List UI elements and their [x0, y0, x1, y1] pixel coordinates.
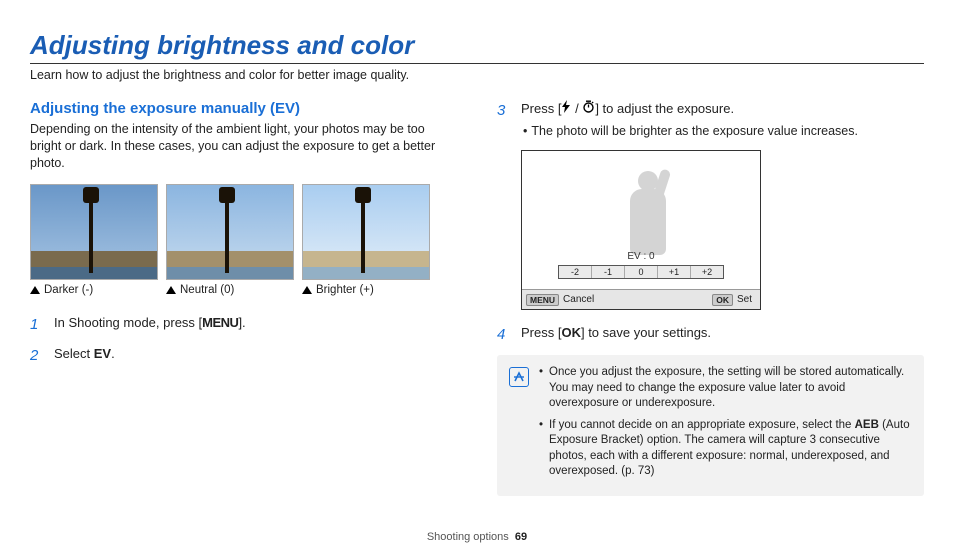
thumb-brighter: Brighter (+) [302, 184, 430, 296]
step-1-pre: In Shooting mode, press [ [54, 315, 202, 330]
right-column: 3 Press [ / ] to adjust the exposure. Th… [497, 100, 924, 496]
step-1-body: In Shooting mode, press [MENU]. [54, 314, 457, 335]
thumb-neutral-image [166, 184, 294, 280]
caption-neutral-text: Neutral (0) [180, 284, 234, 296]
note-2-bold: AEB [855, 419, 879, 431]
ev-tick: 0 [625, 266, 658, 278]
step-2-body: Select EV. [54, 345, 457, 366]
step-4-pre: Press [ [521, 325, 561, 340]
ev-scale: -2 -1 0 +1 +2 [558, 265, 724, 279]
left-column: Adjusting the exposure manually (EV) Dep… [30, 100, 457, 496]
step-3-pre: Press [ [521, 101, 561, 116]
steps-left: 1 In Shooting mode, press [MENU]. 2 Sele… [30, 314, 457, 366]
step-1: 1 In Shooting mode, press [MENU]. [30, 314, 457, 335]
content-columns: Adjusting the exposure manually (EV) Dep… [30, 100, 924, 496]
silhouette-figure [612, 165, 682, 255]
step-2-pre: Select [54, 346, 94, 361]
screen-footer: MENU Cancel OK Set [522, 289, 760, 309]
step-4-number: 4 [497, 324, 511, 345]
timer-icon [582, 100, 595, 118]
note-icon [509, 367, 529, 387]
ev-value-label: EV : 0 [522, 251, 760, 262]
note-2-pre: If you cannot decide on an appropriate e… [549, 419, 855, 431]
footer-page-number: 69 [515, 531, 527, 543]
ok-button-label: OK [561, 325, 581, 340]
note-item-1: • Once you adjust the exposure, the sett… [539, 365, 912, 412]
thumb-darker: Darker (-) [30, 184, 158, 296]
triangle-icon [30, 286, 40, 294]
note-2-text: If you cannot decide on an appropriate e… [549, 418, 912, 480]
footer-set-text: Set [737, 294, 752, 305]
bullet: • [539, 365, 543, 412]
footer-cancel-text: Cancel [563, 294, 594, 305]
note-box: • Once you adjust the exposure, the sett… [497, 355, 924, 496]
step-3-bullet: The photo will be brighter as the exposu… [523, 123, 924, 141]
step-4-post: ] to save your settings. [581, 325, 711, 340]
footer-section: Shooting options [427, 531, 509, 543]
flash-icon [561, 100, 571, 118]
thumb-darker-image [30, 184, 158, 280]
caption-darker: Darker (-) [30, 284, 158, 296]
menu-button-label: MENU [202, 315, 238, 330]
page-intro: Learn how to adjust the brightness and c… [30, 68, 924, 82]
page-title: Adjusting brightness and color [30, 30, 924, 61]
triangle-icon [166, 286, 176, 294]
triangle-icon [302, 286, 312, 294]
step-2-bold: EV [94, 346, 111, 361]
step-2: 2 Select EV. [30, 345, 457, 366]
ev-tick: -2 [559, 266, 592, 278]
thumb-brighter-image [302, 184, 430, 280]
footer-ok-tag: OK [712, 294, 733, 306]
step-2-post: . [111, 346, 115, 361]
step-1-number: 1 [30, 314, 44, 335]
step-3-body: Press [ / ] to adjust the exposure. The … [521, 100, 924, 140]
section-body-ev: Depending on the intensity of the ambien… [30, 121, 457, 172]
slash: / [571, 101, 582, 116]
caption-darker-text: Darker (-) [44, 284, 93, 296]
thumb-neutral: Neutral (0) [166, 184, 294, 296]
ev-tick: +2 [691, 266, 723, 278]
step-4-body: Press [OK] to save your settings. [521, 324, 924, 345]
step-3-bullet-text: The photo will be brighter as the exposu… [523, 123, 858, 141]
note-1-text: Once you adjust the exposure, the settin… [549, 365, 912, 412]
step-3-number: 3 [497, 100, 511, 140]
footer-menu-tag: MENU [526, 294, 559, 306]
step-2-number: 2 [30, 345, 44, 366]
section-title-ev: Adjusting the exposure manually (EV) [30, 100, 457, 117]
note-item-2: • If you cannot decide on an appropriate… [539, 418, 912, 480]
ev-tick: -1 [592, 266, 625, 278]
ev-tick: +1 [658, 266, 691, 278]
step-1-post: ]. [238, 315, 245, 330]
caption-brighter-text: Brighter (+) [316, 284, 374, 296]
note-list: • Once you adjust the exposure, the sett… [539, 365, 912, 486]
bullet: • [539, 418, 543, 480]
page-footer: Shooting options 69 [0, 531, 954, 543]
caption-neutral: Neutral (0) [166, 284, 294, 296]
camera-screen-illustration: EV : 0 -2 -1 0 +1 +2 MENU Cancel OK Set [521, 150, 761, 310]
step-3-post: ] to adjust the exposure. [595, 101, 734, 116]
example-thumbnails: Darker (-) Neutral (0) Brighter (+) [30, 184, 457, 296]
caption-brighter: Brighter (+) [302, 284, 430, 296]
title-rule [30, 63, 924, 64]
step-4: 4 Press [OK] to save your settings. [497, 324, 924, 345]
step-3: 3 Press [ / ] to adjust the exposure. Th… [497, 100, 924, 140]
